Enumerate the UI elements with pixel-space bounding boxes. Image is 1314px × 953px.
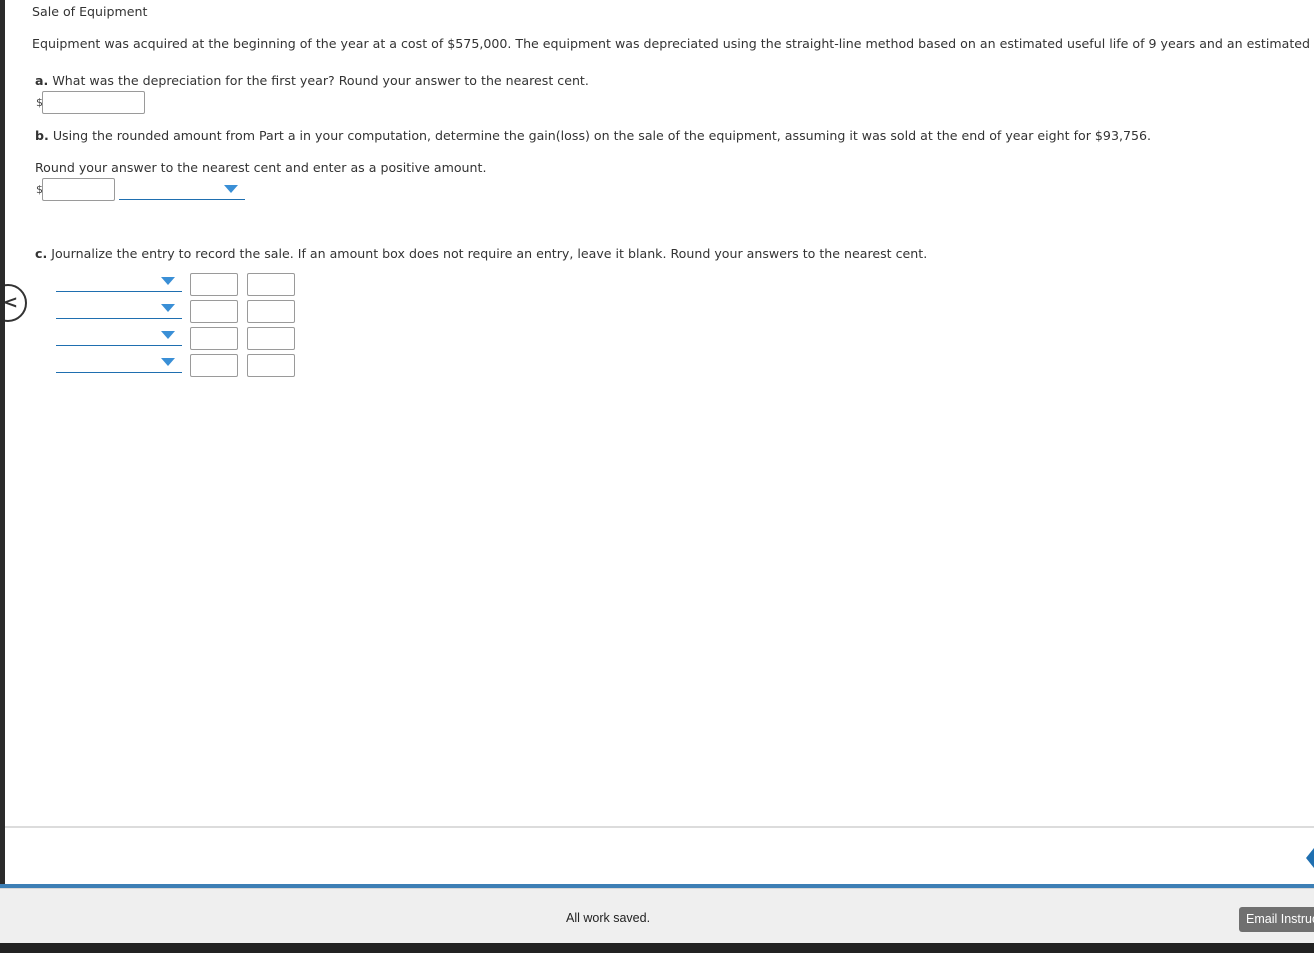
question-nav-strip: [5, 828, 1314, 884]
question-title: Sale of Equipment: [32, 4, 148, 19]
part-c-letter: c.: [35, 246, 48, 261]
part-a-letter: a.: [35, 73, 49, 88]
footer-bar: All work saved. Email Instructor: [0, 888, 1314, 943]
part-b-text: Using the rounded amount from Part a in …: [52, 128, 1151, 143]
part-b-question: b. Using the rounded amount from Part a …: [35, 128, 1151, 144]
part-b-gain-loss-dropdown[interactable]: [119, 178, 245, 200]
journal-account-dropdown[interactable]: [56, 270, 182, 292]
journal-credit-input[interactable]: [247, 354, 295, 377]
journal-debit-input[interactable]: [190, 354, 238, 377]
journal-account-dropdown[interactable]: [56, 351, 182, 373]
chevron-right-icon[interactable]: [1306, 848, 1314, 868]
bottom-edge: [0, 943, 1314, 953]
journal-account-dropdown[interactable]: [56, 297, 182, 319]
part-a-depreciation-input[interactable]: [42, 91, 145, 114]
journal-credit-input[interactable]: [247, 273, 295, 296]
journal-debit-input[interactable]: [190, 273, 238, 296]
part-a-text: What was the depreciation for the first …: [52, 73, 589, 88]
journal-credit-input[interactable]: [247, 327, 295, 350]
part-a-question: a. What was the depreciation for the fir…: [35, 73, 589, 89]
caret-down-icon: [224, 185, 238, 193]
problem-description: Equipment was acquired at the beginning …: [32, 36, 1314, 51]
journal-debit-input[interactable]: [190, 300, 238, 323]
save-status: All work saved.: [566, 911, 651, 925]
caret-down-icon: [161, 277, 175, 285]
part-b-letter: b.: [35, 128, 49, 143]
caret-down-icon: [161, 304, 175, 312]
email-instructor-button[interactable]: Email Instructor: [1239, 907, 1314, 932]
part-b-instruction: Round your answer to the nearest cent an…: [35, 160, 487, 175]
chevron-left-icon: <: [5, 292, 19, 313]
journal-debit-input[interactable]: [190, 327, 238, 350]
journal-account-dropdown[interactable]: [56, 324, 182, 346]
question-panel: Sale of Equipment Equipment was acquired…: [5, 0, 1314, 826]
previous-question-button[interactable]: <: [5, 284, 27, 322]
part-c-question: c. Journalize the entry to record the sa…: [35, 246, 927, 262]
part-b-amount-input[interactable]: [42, 178, 115, 201]
journal-credit-input[interactable]: [247, 300, 295, 323]
caret-down-icon: [161, 358, 175, 366]
part-c-text: Journalize the entry to record the sale.…: [51, 246, 928, 261]
caret-down-icon: [161, 331, 175, 339]
